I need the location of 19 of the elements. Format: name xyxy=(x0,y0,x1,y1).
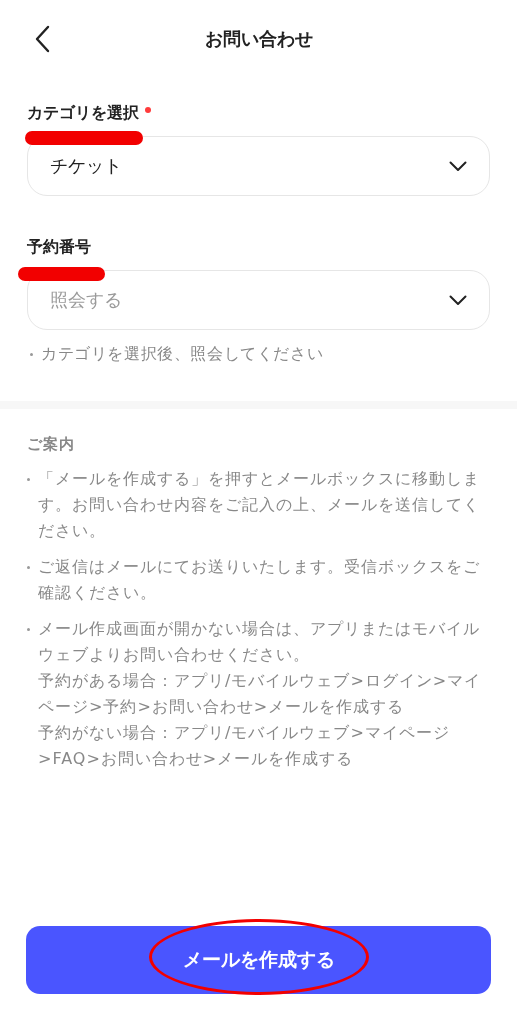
chevron-down-icon xyxy=(449,294,467,306)
required-mark xyxy=(145,107,151,113)
bullet-dot xyxy=(27,478,30,481)
chevron-down-icon xyxy=(449,160,467,172)
bullet-dot xyxy=(30,353,33,356)
field-label: カテゴリを選択 xyxy=(27,102,139,124)
page-title: お問い合わせ xyxy=(204,27,313,51)
guide-text: メール作成画面が開かない場合は、アプリまたはモバイルウェブよりお問い合わせください。 xyxy=(38,618,481,666)
section-title: ご案内 xyxy=(27,435,76,454)
bullet-dot xyxy=(27,566,30,569)
back-icon[interactable] xyxy=(34,25,50,53)
helper-text: カテゴリを選択後、照会してください xyxy=(41,344,324,365)
guide-text: ご返信はメールにてお送りいたします。受信ボックスをご確認ください。 xyxy=(38,556,481,604)
guide-text: 「メールを作成する」を押すとメールボックスに移動します。お問い合わせ内容をご記入の上、メールを送信してください。 xyxy=(38,468,481,542)
guide-text: 予約がある場合：アプリ/モバイルウェブ>ログイン>マイページ>予約>お問い合わせ>メールを作成する xyxy=(38,670,483,718)
compose-mail-button[interactable]: メールを作成する xyxy=(26,926,491,994)
guide-text: 予約がない場合：アプリ/モバイルウェブ>マイページ>FAQ>お問い合わせ>メールを作成する xyxy=(38,722,451,770)
field-label: 予約番号 xyxy=(27,236,91,258)
bullet-dot xyxy=(27,628,30,631)
